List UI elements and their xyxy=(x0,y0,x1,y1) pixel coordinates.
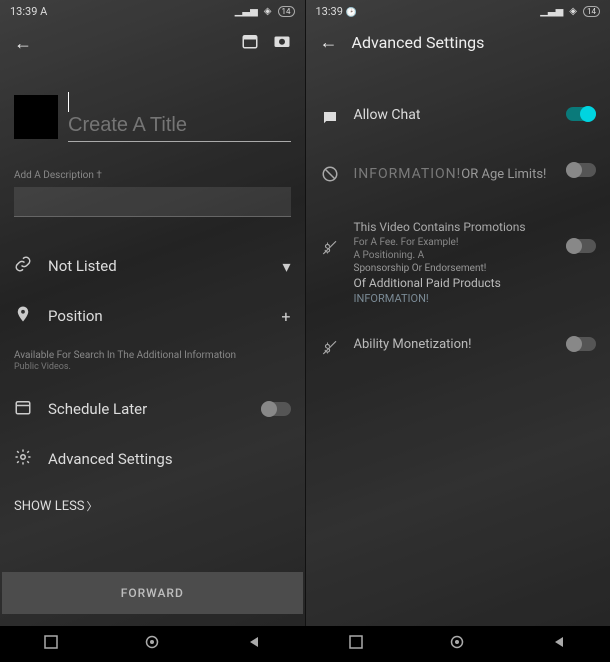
schedule-row[interactable]: Schedule Later xyxy=(14,384,291,434)
age-limit-row[interactable]: INFORMATION!OR Age Limits! xyxy=(320,147,597,203)
battery-icon: 14 xyxy=(583,6,600,17)
privacy-row[interactable]: Not Listed ▾ xyxy=(14,241,291,291)
allow-chat-label: Allow Chat xyxy=(354,107,553,123)
wifi-icon: ◈ xyxy=(264,6,272,17)
title-input[interactable] xyxy=(68,114,291,137)
monetization-icon: $ xyxy=(320,339,340,361)
battery-icon: 14 xyxy=(278,6,295,17)
nav-home-icon[interactable] xyxy=(450,635,464,653)
calendar-icon[interactable] xyxy=(241,32,259,54)
chat-icon xyxy=(320,109,340,131)
block-icon xyxy=(320,165,340,187)
schedule-label: Schedule Later xyxy=(48,400,245,418)
gear-icon xyxy=(14,448,32,470)
alarm-icon: 🕑 xyxy=(346,8,357,18)
page-title: Advanced Settings xyxy=(352,33,485,52)
chevron-right-icon: 〉 xyxy=(87,500,98,513)
status-bar: 13:39 A ▁▃▅ ◈ 14 xyxy=(0,0,305,22)
svg-text:$: $ xyxy=(324,341,331,355)
dropdown-icon: ▾ xyxy=(282,257,290,276)
schedule-toggle[interactable] xyxy=(261,402,291,416)
age-overlay-text: INFORMATION! xyxy=(354,166,462,182)
show-less-button[interactable]: SHOW LESS〉 xyxy=(14,484,291,528)
privacy-label: Not Listed xyxy=(48,257,266,275)
add-icon[interactable]: + xyxy=(281,307,290,326)
nav-home-icon[interactable] xyxy=(145,635,159,653)
forward-button[interactable]: FORWARD xyxy=(2,572,303,614)
status-time: 13:39 🕑 xyxy=(316,5,357,18)
promotions-row[interactable]: $ This Video Contains Promotions For A F… xyxy=(320,203,597,321)
nav-recent-icon[interactable] xyxy=(44,635,58,653)
promotions-toggle[interactable] xyxy=(566,239,596,253)
status-bar: 13:39 🕑 ▁▃▅ ◈ 14 xyxy=(306,0,610,22)
camera-switch-icon[interactable] xyxy=(273,32,291,54)
allow-chat-toggle[interactable] xyxy=(566,107,596,121)
monetization-row[interactable]: $ Ability Monetization! xyxy=(320,321,597,377)
video-thumbnail xyxy=(14,95,58,139)
signal-icon: ▁▃▅ xyxy=(235,6,258,17)
age-limit-toggle[interactable] xyxy=(566,163,596,177)
description-input[interactable] xyxy=(14,187,291,217)
monetization-label: Ability Monetization! xyxy=(354,337,553,352)
back-icon[interactable]: ← xyxy=(14,33,32,54)
position-label: Position xyxy=(48,307,265,325)
signal-icon: ▁▃▅ xyxy=(540,6,563,17)
nav-back-icon[interactable] xyxy=(552,635,566,653)
advanced-settings-row[interactable]: Advanced Settings xyxy=(14,434,291,484)
promo-title: This Video Contains Promotions xyxy=(354,219,553,236)
promo-info-link[interactable]: INFORMATION! xyxy=(354,292,553,305)
topbar: ← Advanced Settings xyxy=(306,22,610,63)
wifi-icon: ◈ xyxy=(569,6,577,17)
link-icon xyxy=(14,255,32,277)
allow-chat-row[interactable]: Allow Chat xyxy=(320,91,597,147)
description-label: Add A Description † xyxy=(14,170,291,181)
schedule-icon xyxy=(14,398,32,420)
advanced-label: Advanced Settings xyxy=(48,450,291,468)
price-icon: $ xyxy=(320,239,340,261)
location-icon xyxy=(14,305,32,327)
nav-back-icon[interactable] xyxy=(247,635,261,653)
status-time: 13:39 A xyxy=(10,5,47,18)
back-icon[interactable]: ← xyxy=(320,32,338,53)
age-label: OR Age Limits! xyxy=(461,167,546,182)
svg-text:$: $ xyxy=(324,242,331,256)
monetization-toggle[interactable] xyxy=(566,337,596,351)
topbar: ← xyxy=(0,22,305,64)
android-nav-bar xyxy=(0,626,610,662)
nav-recent-icon[interactable] xyxy=(349,635,363,653)
search-info-text: Available For Search In The Additional I… xyxy=(14,349,291,374)
position-row[interactable]: Position + xyxy=(14,291,291,341)
